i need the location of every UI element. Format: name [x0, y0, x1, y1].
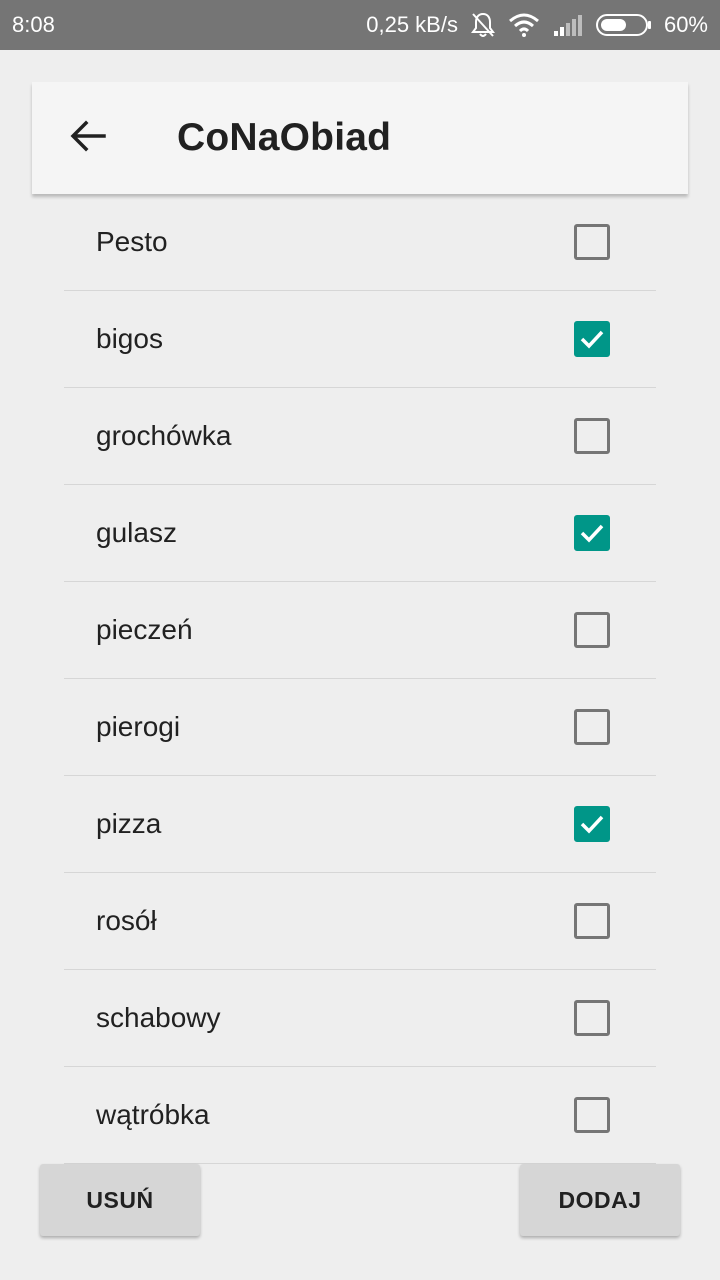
dish-list: Pesto bigos grochówka gulasz pieczeń pierogi p…	[64, 194, 656, 1164]
checkbox[interactable]	[574, 709, 610, 745]
list-item-label: schabowy	[96, 1002, 221, 1033]
list-item[interactable]: Pesto	[64, 194, 656, 291]
checkbox[interactable]	[574, 321, 610, 357]
status-bar: 8:08 0,25 kB/s 60%	[0, 0, 720, 50]
list-item[interactable]: schabowy	[64, 970, 656, 1067]
checkbox[interactable]	[574, 418, 610, 454]
checkmark-icon	[580, 330, 604, 349]
add-button[interactable]: DODAJ	[520, 1164, 680, 1236]
bell-off-icon	[470, 11, 496, 39]
remove-button[interactable]: USUŃ	[40, 1164, 200, 1236]
arrow-back-icon	[70, 120, 106, 157]
list-item[interactable]: bigos	[64, 291, 656, 388]
checkbox[interactable]	[574, 1097, 610, 1133]
list-item-label: rosół	[96, 905, 157, 936]
list-item[interactable]: rosół	[64, 873, 656, 970]
battery-icon	[595, 13, 652, 37]
list-item[interactable]: pierogi	[64, 679, 656, 776]
list-item-label: Pesto	[96, 226, 168, 257]
checkbox[interactable]	[574, 903, 610, 939]
network-speed: 0,25 kB/s	[366, 12, 458, 37]
checkmark-icon	[580, 524, 604, 543]
list-item-label: pieczeń	[96, 614, 193, 645]
checkbox[interactable]	[574, 806, 610, 842]
list-item-label: grochówka	[96, 420, 232, 451]
status-right-group: 0,25 kB/s 60%	[366, 0, 708, 50]
wifi-icon	[508, 12, 540, 38]
list-item-label: wątróbka	[96, 1099, 210, 1130]
checkbox[interactable]	[574, 224, 610, 260]
list-item-label: bigos	[96, 323, 163, 354]
status-time: 8:08	[12, 12, 55, 37]
list-item[interactable]: pieczeń	[64, 582, 656, 679]
page-title: CoNaObiad	[177, 116, 392, 159]
checkmark-icon	[580, 815, 604, 834]
checkbox[interactable]	[574, 1000, 610, 1036]
list-item[interactable]: pizza	[64, 776, 656, 873]
list-item-label: pizza	[96, 808, 162, 839]
list-item[interactable]: wątróbka	[64, 1067, 656, 1164]
checkbox[interactable]	[574, 612, 610, 648]
cell-signal-icon	[552, 13, 584, 37]
list-item-label: pierogi	[96, 711, 181, 742]
battery-percent: 60%	[663, 12, 708, 37]
checkbox[interactable]	[574, 515, 610, 551]
list-item[interactable]: grochówka	[64, 388, 656, 485]
list-item-label: gulasz	[96, 517, 177, 548]
back-button[interactable]	[62, 112, 114, 164]
app-bar: CoNaObiad	[32, 82, 688, 194]
list-item[interactable]: gulasz	[64, 485, 656, 582]
